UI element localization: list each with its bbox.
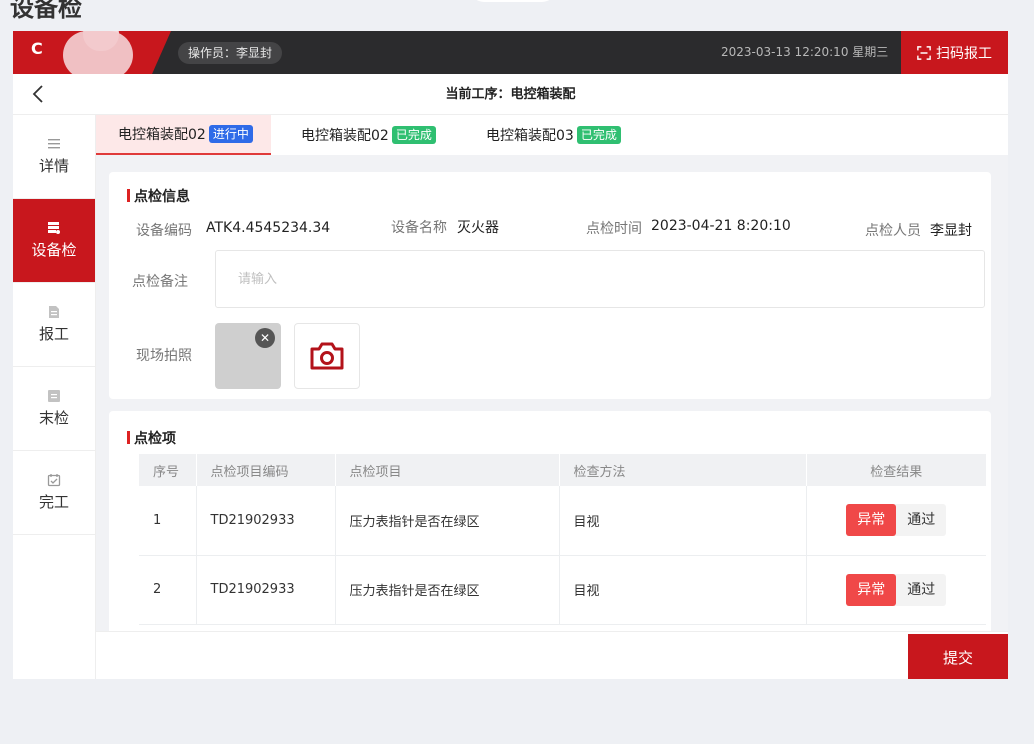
report-icon <box>49 306 59 318</box>
inspector-label: 点检人员 <box>865 223 921 239</box>
sidebar-item-report[interactable]: 报工 <box>13 283 95 367</box>
current-process: 当前工序：电控箱装配 <box>445 87 576 102</box>
item-code: TD21902933 <box>196 555 336 625</box>
top-bar: C 操作员：李显封 2023-03-13 12:20:10 星期三 扫码报工 <box>13 31 1008 79</box>
list-icon <box>48 139 60 149</box>
inspection-time-value: 2023-04-21 8:20:10 <box>651 218 791 234</box>
logo-blur-overlay <box>63 31 133 79</box>
section-title: 点检项 <box>127 428 176 448</box>
inspection-items-table: 序号 点检项目编码 点检项目 检查方法 检查结果 1 TD21902933 压力… <box>139 454 986 625</box>
section-title: 点检信息 <box>127 186 190 206</box>
table-row: 2 TD21902933 压力表指针是否在绿区 目视 异常 通过 <box>139 555 986 625</box>
col-header: 检查结果 <box>806 454 986 486</box>
logo-letter: C <box>31 39 43 58</box>
check-result: 异常 通过 <box>806 555 986 625</box>
item-name: 压力表指针是否在绿区 <box>335 555 560 625</box>
tab-process-1[interactable]: 电控箱装配02 进行中 <box>96 115 271 155</box>
operator-badge: 操作员：李显封 <box>178 42 283 64</box>
status-badge: 已完成 <box>391 126 436 144</box>
inspector-value: 李显封 <box>930 223 972 239</box>
process-tabs: 电控箱装配02 进行中 电控箱装配02 已完成 电控箱装配03 已完成 <box>96 115 1008 155</box>
photo-label: 现场拍照 <box>136 348 192 364</box>
back-icon[interactable] <box>27 82 51 106</box>
footer-bar: 提交 <box>96 631 1008 679</box>
table-header-row: 序号 点检项目编码 点检项目 检查方法 检查结果 <box>139 454 986 486</box>
check-result: 异常 通过 <box>806 486 986 556</box>
submit-button[interactable]: 提交 <box>908 634 1008 679</box>
page-title: 设备检 <box>10 0 82 22</box>
tab-label: 电控箱装配02 <box>118 127 206 143</box>
inspection-time-label: 点检时间 <box>586 221 642 237</box>
remark-label: 点检备注 <box>132 274 188 290</box>
table-row: 1 TD21902933 压力表指针是否在绿区 目视 异常 通过 <box>139 486 986 556</box>
result-toggle: 异常 通过 <box>846 504 947 537</box>
close-icon[interactable]: ✕ <box>255 328 275 348</box>
device-name-value: 灭火器 <box>457 220 499 236</box>
col-header: 点检项目编码 <box>196 454 336 486</box>
final-check-icon <box>48 390 60 402</box>
complete-icon <box>47 474 61 487</box>
tab-label: 电控箱装配03 <box>486 128 574 144</box>
scan-report-button[interactable]: 扫码报工 <box>901 31 1008 74</box>
device-code-value: ATK4.4545234.34 <box>206 220 331 236</box>
sidebar-item-label: 报工 <box>38 325 69 343</box>
abnormal-button[interactable]: 异常 <box>846 573 897 606</box>
inspection-items-card: 点检项 序号 点检项目编码 点检项目 检查方法 检查结果 1 TD2190293… <box>109 411 991 631</box>
pass-button[interactable]: 通过 <box>896 504 946 536</box>
status-badge: 进行中 <box>208 125 253 143</box>
col-header: 检查方法 <box>559 454 807 486</box>
main-content: 电控箱装配02 进行中 电控箱装配02 已完成 电控箱装配03 已完成 点检信息… <box>96 115 1008 631</box>
datetime: 2023-03-13 12:20:10 星期三 <box>721 45 889 59</box>
sidebar-item-complete[interactable]: 完工 <box>13 451 95 535</box>
check-method: 目视 <box>559 555 807 625</box>
camera-icon <box>310 342 344 370</box>
row-number: 2 <box>139 555 197 625</box>
sidebar: 详情 设备检 报工 末检 完工 <box>13 115 96 679</box>
tab-process-3[interactable]: 电控箱装配03 已完成 <box>464 115 621 155</box>
sidebar-item-label: 完工 <box>38 493 69 511</box>
device-check-icon <box>48 222 60 234</box>
sidebar-item-label: 末检 <box>38 409 69 427</box>
device-code-label: 设备编码 <box>136 223 192 239</box>
remark-input[interactable] <box>215 250 985 308</box>
sidebar-item-label: 设备检 <box>31 241 77 259</box>
item-name: 压力表指针是否在绿区 <box>335 486 560 556</box>
app-window: C 操作员：李显封 2023-03-13 12:20:10 星期三 扫码报工 当… <box>13 31 1008 679</box>
sidebar-item-device-check[interactable]: 设备检 <box>13 199 95 283</box>
tab-label: 电控箱装配02 <box>301 128 389 144</box>
inspection-info-card: 点检信息 设备编码 ATK4.4545234.34 设备名称 灭火器 点检时间 … <box>109 172 991 399</box>
sub-header: 当前工序：电控箱装配 <box>13 74 1008 115</box>
status-badge: 已完成 <box>576 126 621 144</box>
scan-report-label: 扫码报工 <box>936 45 992 62</box>
camera-button[interactable] <box>294 323 360 389</box>
tab-process-2[interactable]: 电控箱装配02 已完成 <box>279 115 436 155</box>
check-method: 目视 <box>559 486 807 556</box>
col-header: 点检项目 <box>335 454 560 486</box>
result-toggle: 异常 通过 <box>846 573 947 606</box>
abnormal-button[interactable]: 异常 <box>846 504 897 537</box>
sidebar-item-details[interactable]: 详情 <box>13 115 95 199</box>
row-number: 1 <box>139 486 197 556</box>
sidebar-item-final-check[interactable]: 末检 <box>13 367 95 451</box>
pass-button[interactable]: 通过 <box>896 574 946 606</box>
item-code: TD21902933 <box>196 486 336 556</box>
device-name-label: 设备名称 <box>391 220 447 236</box>
col-header: 序号 <box>139 454 197 486</box>
sidebar-item-label: 详情 <box>38 157 69 175</box>
scan-icon <box>917 45 931 60</box>
status-notch <box>470 0 556 2</box>
